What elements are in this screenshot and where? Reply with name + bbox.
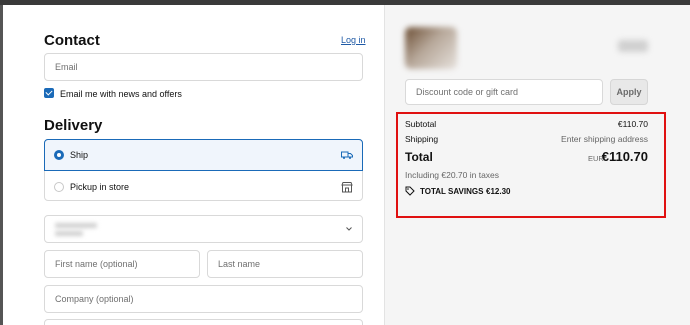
taxes-note: Including €20.70 in taxes [405,170,500,180]
country-select-label-blurred [55,223,97,228]
country-select[interactable] [44,215,363,243]
first-name-field[interactable]: First name (optional) [44,250,200,278]
total-savings-value: €12.30 [486,187,511,196]
store-icon [341,181,353,192]
window-left-edge [0,5,3,325]
ship-label: Ship [70,150,89,160]
address-field[interactable] [44,319,363,325]
delivery-option-ship[interactable]: Ship [44,139,363,171]
discount-placeholder: Discount code or gift card [416,87,519,97]
product-price-blurred [618,40,648,52]
contact-heading: Contact [44,32,100,49]
email-field[interactable]: Email [44,53,363,81]
tag-icon [405,186,415,196]
product-thumbnail-blurred [405,27,457,69]
newsletter-label: Email me with news and offers [60,89,182,99]
company-field[interactable]: Company (optional) [44,285,363,313]
country-select-value-blurred [55,231,83,236]
total-savings-label: TOTAL SAVINGS [420,187,484,196]
subtotal-value: €110.70 [617,119,648,129]
company-placeholder: Company (optional) [55,294,134,304]
pickup-label: Pickup in store [70,181,130,192]
shipping-value: Enter shipping address [561,134,648,144]
delivery-method-group: Ship Pickup in store [44,139,363,201]
total-label: Total [405,150,433,164]
email-placeholder: Email [55,62,78,72]
discount-code-input[interactable]: Discount code or gift card [405,79,603,105]
total-amount: €110.70 [601,149,648,164]
login-link[interactable]: Log in [341,35,366,45]
delivery-heading: Delivery [44,117,103,134]
last-name-placeholder: Last name [218,259,261,269]
first-name-placeholder: First name (optional) [55,259,138,269]
pickup-radio[interactable] [54,181,64,192]
newsletter-checkbox[interactable] [44,88,54,98]
shipping-label: Shipping [405,134,439,144]
ship-radio[interactable] [54,150,64,160]
last-name-field[interactable]: Last name [207,250,363,278]
subtotal-label: Subtotal [405,119,437,129]
truck-icon [341,151,353,159]
delivery-option-pickup[interactable]: Pickup in store [45,171,362,202]
apply-button[interactable]: Apply [610,79,648,105]
chevron-down-icon [346,227,352,231]
